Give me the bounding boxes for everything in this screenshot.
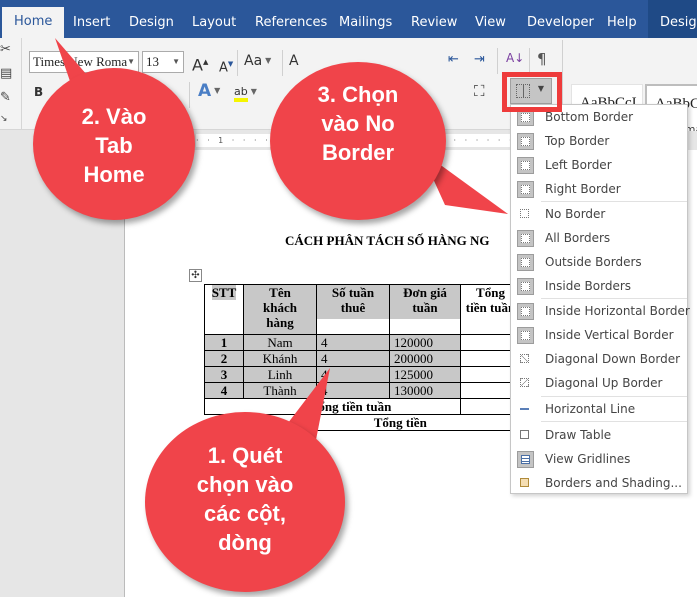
callout-step-1-text: 1. Quét chọn vào các cột, dòng [145, 441, 345, 557]
callout-step-1-tail [275, 368, 330, 445]
callout-line: 1. Quét [207, 443, 283, 468]
callout-line: các cột, [204, 501, 286, 526]
word-window: Home Insert Design Layout References Mai… [0, 0, 697, 597]
callout-line: dòng [218, 530, 272, 555]
callout-line: chọn vào [196, 472, 294, 497]
